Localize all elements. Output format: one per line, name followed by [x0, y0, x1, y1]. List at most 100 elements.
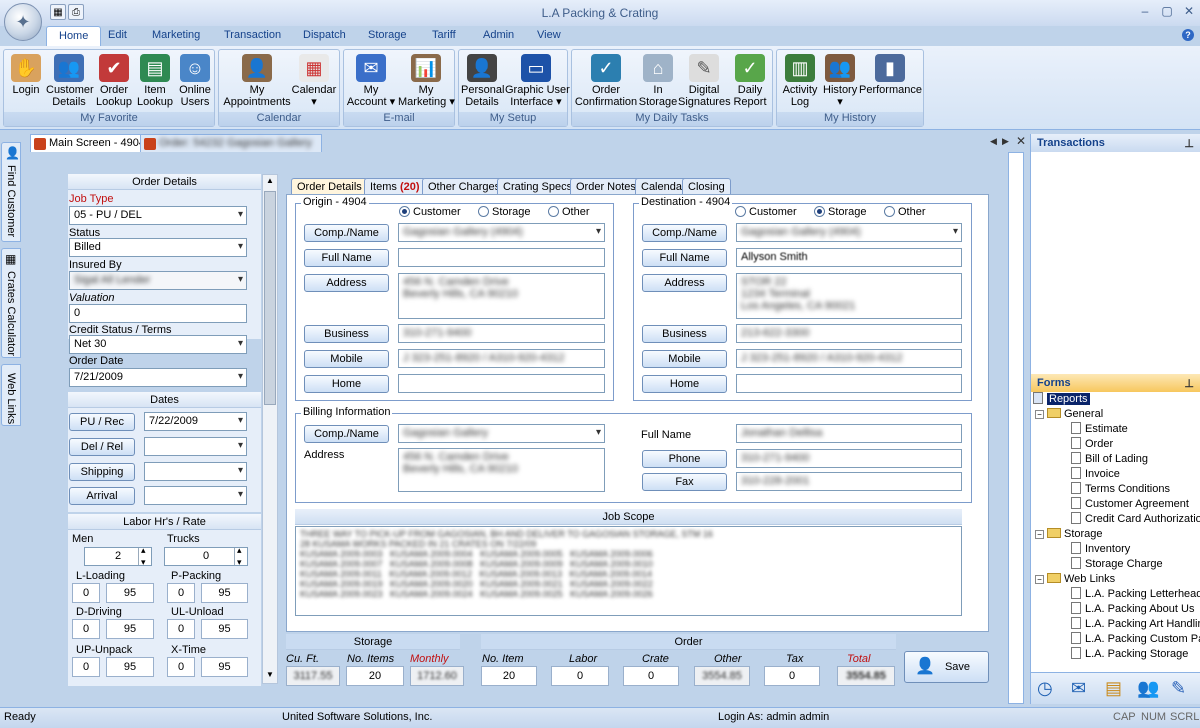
job-scope-textarea[interactable]: THREE WAY TO PICK-UP FROM GAGOSIAN, BH A… — [295, 526, 962, 616]
xtime-rate[interactable]: 95 — [201, 657, 248, 677]
destination-home-button[interactable]: Home — [642, 375, 727, 393]
tab-items[interactable]: Items (20) — [364, 178, 426, 195]
loading-rate[interactable]: 95 — [106, 583, 154, 603]
valuation-input[interactable]: 0 — [69, 304, 247, 323]
app-menu-orb-icon[interactable]: ✦ — [4, 3, 42, 41]
menu-tab-marketing[interactable]: Marketing — [152, 29, 200, 41]
maximize-button[interactable]: ▢ — [1158, 3, 1176, 19]
packing-rate[interactable]: 95 — [201, 583, 248, 603]
mail-settings-icon[interactable]: ✉ — [1071, 678, 1086, 699]
daily-report-button[interactable]: ✓ Daily Report — [730, 54, 770, 108]
tree-node-storage[interactable]: − Storage — [1035, 527, 1103, 542]
scroll-down-icon[interactable]: ▼ — [264, 670, 276, 682]
packing-hours[interactable]: 0 — [167, 583, 195, 603]
calculator-icon[interactable]: ▦ — [50, 4, 66, 20]
tab-other-charges[interactable]: Other Charges — [422, 178, 507, 195]
tree-leaf[interactable]: Inventory — [1071, 542, 1130, 557]
destination-comp-name-button[interactable]: Comp./Name — [642, 224, 727, 242]
performance-button[interactable]: ▮ Performance — [859, 54, 922, 96]
graphic-user-interface-button[interactable]: ▭ Graphic User Interface ▾ — [505, 54, 570, 108]
pu-rec-date[interactable]: 7/22/2009 — [144, 412, 247, 431]
destination-radio-storage[interactable]: Storage — [814, 206, 867, 218]
destination-comp-name-select[interactable]: Gagosian Gallery (4904) — [736, 223, 962, 242]
pin-icon[interactable]: ⊥ — [1184, 137, 1194, 150]
origin-full-name-input[interactable] — [398, 248, 605, 267]
stepper-arrows-icon[interactable] — [138, 548, 151, 565]
tree-leaf[interactable]: L.A. Packing Art Handling — [1071, 617, 1200, 632]
clock-icon[interactable]: ◷ — [1037, 678, 1053, 699]
billing-fax-input[interactable]: 310-228-2001 — [736, 472, 962, 491]
menu-tab-home[interactable]: Home — [46, 26, 102, 47]
unpack-rate[interactable]: 95 — [106, 657, 154, 677]
del-rel-button[interactable]: Del / Rel — [69, 438, 135, 456]
tab-order-details[interactable]: Order Details — [291, 178, 368, 195]
order-date-picker[interactable]: 7/21/2009 — [69, 368, 247, 387]
tree-node-general[interactable]: − General — [1035, 407, 1103, 422]
tree-leaf[interactable]: L.A. Packing Storage — [1071, 647, 1188, 662]
driving-rate[interactable]: 95 — [106, 619, 154, 639]
document-list-icon[interactable]: ▤ — [1105, 678, 1122, 699]
menu-tab-admin[interactable]: Admin — [483, 29, 514, 41]
tree-leaf[interactable]: Bill of Lading — [1071, 452, 1148, 467]
personal-details-button[interactable]: 👤 Personal Details — [461, 54, 504, 108]
tree-leaf[interactable]: Customer Agreement — [1071, 497, 1189, 512]
tab-order-notes[interactable]: Order Notes — [570, 178, 642, 195]
in-storage-button[interactable]: ⌂ In Storage — [638, 54, 678, 108]
origin-radio-other[interactable]: Other — [548, 206, 590, 218]
job-type-select[interactable]: 05 - PU / DEL — [69, 206, 247, 225]
pen-icon[interactable]: ✎ — [1171, 678, 1186, 699]
driving-hours[interactable]: 0 — [72, 619, 100, 639]
left-scrollbar[interactable]: ▲ ▼ — [262, 174, 278, 684]
origin-radio-customer[interactable]: Customer — [399, 206, 461, 218]
collapse-icon[interactable]: − — [1035, 530, 1044, 539]
my-marketing-button[interactable]: 📊 My Marketing ▾ — [398, 54, 455, 108]
tab-order[interactable]: Order: 54232 Gagosian Gallery — [140, 134, 322, 152]
origin-comp-name-button[interactable]: Comp./Name — [304, 224, 389, 242]
menu-tab-edit[interactable]: Edit — [108, 29, 127, 41]
billing-full-name-input[interactable]: Jonathan Dellisa — [736, 424, 962, 443]
help-icon[interactable]: ? — [1182, 29, 1194, 41]
tree-leaf[interactable]: Credit Card Authorization — [1071, 512, 1200, 527]
save-button[interactable]: 👤 Save — [904, 651, 989, 683]
origin-business-button[interactable]: Business — [304, 325, 389, 343]
activity-log-button[interactable]: ▥ Activity Log — [779, 54, 821, 108]
destination-full-name-button[interactable]: Full Name — [642, 249, 727, 267]
destination-business-button[interactable]: Business — [642, 325, 727, 343]
loading-hours[interactable]: 0 — [72, 583, 100, 603]
destination-mobile-button[interactable]: Mobile — [642, 350, 727, 368]
menu-tab-dispatch[interactable]: Dispatch — [303, 29, 346, 41]
item-lookup-button[interactable]: ▤ Item Lookup — [136, 54, 174, 108]
pu-rec-button[interactable]: PU / Rec — [69, 413, 135, 431]
menu-tab-view[interactable]: View — [537, 29, 561, 41]
destination-address-textarea[interactable]: STOR 22 1234 Terminal Los Angeles, CA 90… — [736, 273, 962, 319]
shipping-button[interactable]: Shipping — [69, 463, 135, 481]
tree-leaf[interactable]: Order — [1071, 437, 1113, 452]
my-account-button[interactable]: ✉ My Account ▾ — [346, 54, 396, 108]
pin-icon[interactable]: ⊥ — [1184, 377, 1194, 390]
billing-comp-name-select[interactable]: Gagosian Gallery — [398, 424, 605, 443]
tree-node-reports[interactable]: Reports — [1033, 392, 1090, 407]
origin-comp-name-select[interactable]: Gagosian Gallery (4904) — [398, 223, 605, 242]
destination-home-input[interactable] — [736, 374, 962, 393]
tree-leaf[interactable]: L.A. Packing Custom Packing — [1071, 632, 1200, 647]
scroll-up-icon[interactable]: ▲ — [264, 176, 276, 188]
tree-leaf[interactable]: Storage Charge — [1071, 557, 1163, 572]
destination-radio-customer[interactable]: Customer — [735, 206, 797, 218]
arrival-button[interactable]: Arrival — [69, 487, 135, 505]
origin-home-input[interactable] — [398, 374, 605, 393]
side-tab-crates-calculator[interactable]: Crates Calculator ▦ — [1, 248, 21, 358]
destination-business-input[interactable]: 213-622-3300 — [736, 324, 962, 343]
tree-leaf[interactable]: Invoice — [1071, 467, 1120, 482]
order-confirmation-button[interactable]: ✓ Order Confirmation — [574, 54, 638, 108]
unpack-hours[interactable]: 0 — [72, 657, 100, 677]
menu-tab-tariff[interactable]: Tariff — [432, 29, 456, 41]
online-users-button[interactable]: ☺ Online Users — [176, 54, 214, 108]
billing-phone-input[interactable]: 310-271-9400 — [736, 449, 962, 468]
side-tab-web-links[interactable]: Web Links — [1, 364, 21, 426]
users-icon[interactable]: 👥 — [1137, 678, 1159, 699]
origin-address-button[interactable]: Address — [304, 274, 389, 292]
customer-details-button[interactable]: 👥 Customer Details — [46, 54, 94, 108]
collapse-icon[interactable]: − — [1035, 575, 1044, 584]
tree-node-web-links[interactable]: − Web Links — [1035, 572, 1115, 587]
men-stepper[interactable]: 2 — [84, 547, 152, 566]
